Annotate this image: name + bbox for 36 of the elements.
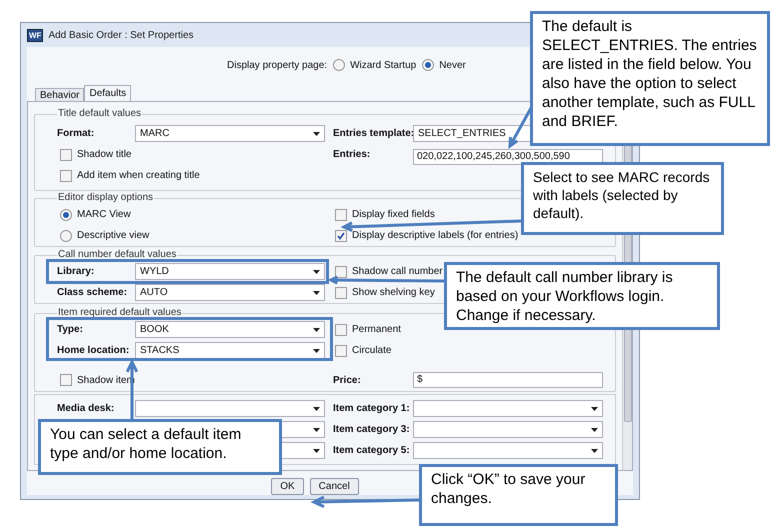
group-legend: Item required default values <box>57 307 182 319</box>
callout-tooltip: Click “OK” to save your changes. <box>419 464 618 526</box>
callout-tooltip: Select to see MARC records with labels (selected by default). <box>521 162 724 235</box>
field-label: Price: <box>333 374 362 388</box>
checkbox-label: Permanent <box>352 323 401 337</box>
radio-label: Wizard Startup <box>350 58 416 72</box>
window-title: Add Basic Order : Set Properties <box>48 28 194 42</box>
checkbox-label: Show shelving key <box>352 286 435 300</box>
checkbox-label: Display descriptive labels (for entries) <box>352 229 518 243</box>
field-label: Media desk: <box>57 402 114 416</box>
radio-label: MARC View <box>77 208 131 222</box>
display-property-label: Display property page: <box>227 58 328 72</box>
field-label: Library: <box>57 265 96 279</box>
field-label: Entries template: <box>333 127 413 141</box>
group-legend: Editor display options <box>57 192 154 204</box>
field-label: Home location: <box>57 344 130 358</box>
checkbox-label: Shadow call number <box>352 265 443 279</box>
app-icon: WF <box>27 28 44 42</box>
group-legend: Title default values <box>57 108 142 120</box>
checkbox-label: Add item when creating title <box>77 169 200 183</box>
field-label: Type: <box>57 323 84 337</box>
field-label: Class scheme: <box>57 286 128 300</box>
field-label: Format: <box>57 127 96 141</box>
callout-tooltip: The default is SELECT_ENTRIES. The entries are listed in the field below. You also have the option to select another template, such as FULL and BRIEF. <box>530 11 770 146</box>
checkbox-label: Shadow title <box>77 148 132 162</box>
radio-label: Descriptive view <box>77 229 150 243</box>
checkbox-label: Display fixed fields <box>352 208 435 222</box>
callout-tooltip: The default call number library is based on your Workflows login. Change if necessary. <box>444 262 720 330</box>
callout-tooltip: You can select a default item type and/or home location. <box>38 419 282 475</box>
group-legend: Call number default values <box>57 249 178 261</box>
radio-label: Never <box>439 58 466 72</box>
field-label: Item category 5: <box>333 444 411 458</box>
field-label: Item category 1: <box>333 402 411 416</box>
field-label: Item category 3: <box>333 423 411 437</box>
field-label: Entries: <box>333 148 372 162</box>
checkbox-label: Circulate <box>352 344 392 358</box>
